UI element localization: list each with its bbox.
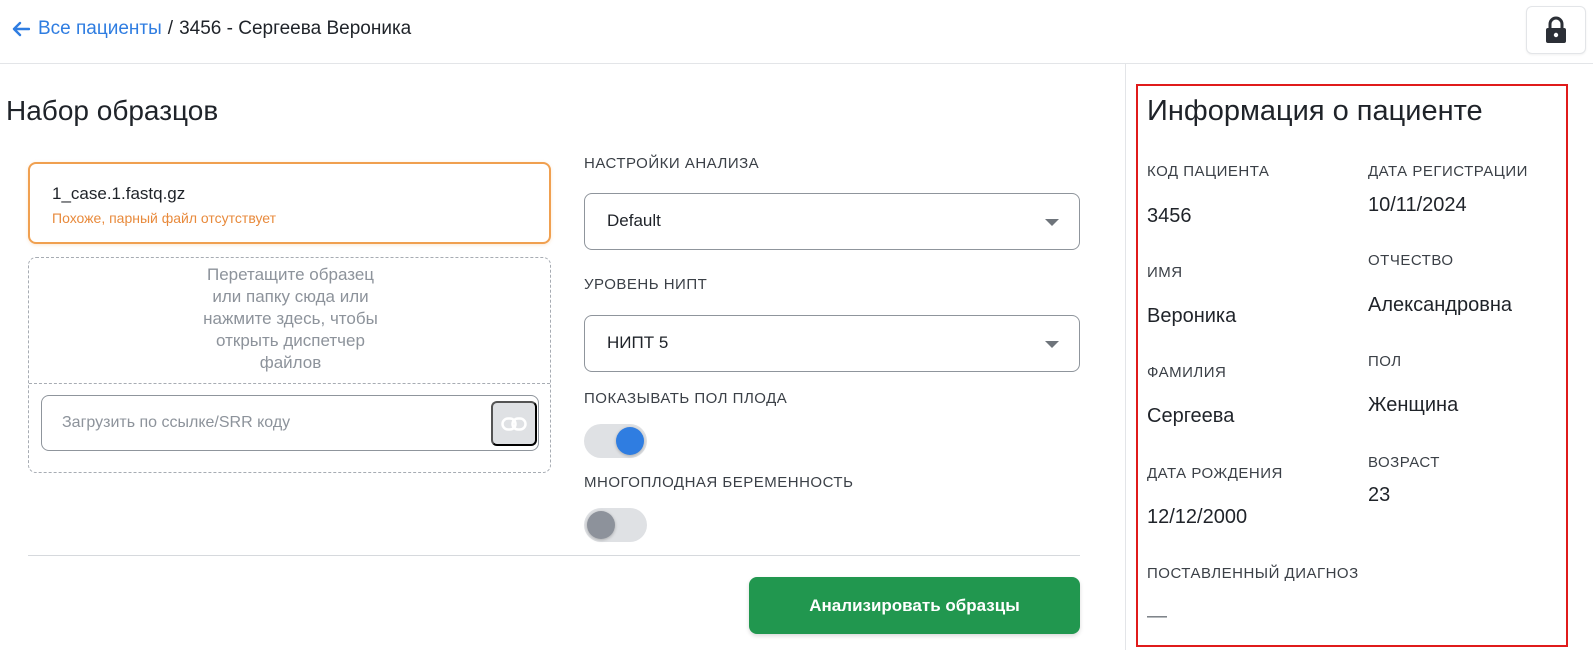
back-to-patients-link[interactable]: Все пациенты [12, 18, 162, 40]
chevron-down-icon [1045, 219, 1059, 226]
samples-title: Набор образцов [6, 95, 219, 126]
first-name-label: Имя [1147, 264, 1183, 281]
toggle-knob [616, 427, 644, 455]
analysis-settings-label: Настройки анализа [584, 155, 760, 172]
patient-code-label: Код пациента [1147, 163, 1270, 180]
dropzone-divider [29, 383, 550, 384]
sex-label: Пол [1368, 353, 1402, 370]
nipt-level-select[interactable]: НИПТ 5 [584, 315, 1080, 372]
birth-date-label: Дата рождения [1147, 465, 1283, 482]
sex-value: Женщина [1368, 394, 1459, 416]
fetal-sex-toggle[interactable] [584, 424, 647, 458]
link-icon [501, 416, 527, 431]
arrow-left-icon [12, 21, 30, 37]
patronymic-value: Александровна [1368, 294, 1512, 316]
dropzone-line: файлов [259, 353, 322, 372]
sample-file-warning: Похоже, парный файл отсутствует [52, 210, 277, 226]
last-name-value: Сергеева [1147, 405, 1235, 427]
breadcrumb: Все пациенты / 3456 - Сергеева Вероника [12, 18, 411, 40]
toggle-knob [587, 511, 615, 539]
breadcrumb-separator: / [167, 18, 174, 39]
dropzone-line: или папку сюда или [212, 287, 369, 306]
file-dropzone[interactable]: Перетащите образец или папку сюда или на… [28, 257, 551, 473]
diagnosis-label: Поставленный диагноз [1147, 565, 1359, 582]
birth-date-value: 12/12/2000 [1147, 506, 1248, 528]
multiple-pregnancy-label: Многоплодная беременность [584, 474, 854, 491]
first-name-value: Вероника [1147, 305, 1237, 327]
chevron-down-icon [1045, 341, 1059, 348]
last-name-label: Фамилия [1147, 364, 1227, 381]
patient-info-title: Информация о пациенте [1147, 95, 1483, 127]
lock-button[interactable] [1526, 6, 1586, 54]
age-label: Возраст [1368, 454, 1440, 471]
lock-icon [1546, 16, 1566, 43]
url-input-container [41, 395, 539, 451]
load-by-link-button[interactable] [491, 401, 537, 446]
age-value: 23 [1368, 484, 1391, 506]
url-input[interactable] [62, 410, 462, 436]
dropzone-line: нажмите здесь, чтобы [203, 309, 378, 328]
content-divider [28, 555, 1080, 556]
sample-file-card[interactable]: 1_case.1.fastq.gz Похоже, парный файл от… [28, 162, 551, 244]
sample-file-name: 1_case.1.fastq.gz [52, 184, 186, 203]
patient-code-value: 3456 [1147, 205, 1192, 227]
breadcrumb-current: 3456 - Сергеева Вероника [179, 18, 412, 39]
back-link-label: Все пациенты [38, 18, 162, 39]
fetal-sex-label: Показывать пол плода [584, 390, 788, 407]
multiple-pregnancy-toggle[interactable] [584, 508, 647, 542]
diagnosis-value: — [1147, 605, 1167, 627]
registration-date-value: 10/11/2024 [1368, 194, 1467, 216]
registration-date-label: Дата регистрации [1368, 163, 1528, 180]
analyze-samples-button[interactable]: Анализировать образцы [749, 577, 1080, 634]
dropzone-line: Перетащите образец [206, 265, 375, 284]
analysis-settings-value: Default [607, 211, 661, 230]
nipt-level-label: Уровень НИПТ [584, 276, 708, 293]
dropzone-line: открыть диспетчер [216, 331, 365, 350]
top-header: Все пациенты / 3456 - Сергеева Вероника [0, 0, 1593, 64]
patronymic-label: Отчество [1368, 252, 1454, 269]
analysis-settings-select[interactable]: Default [584, 193, 1080, 250]
dropzone-text: Перетащите образец или папку сюда или на… [29, 264, 552, 374]
nipt-level-value: НИПТ 5 [607, 333, 669, 352]
